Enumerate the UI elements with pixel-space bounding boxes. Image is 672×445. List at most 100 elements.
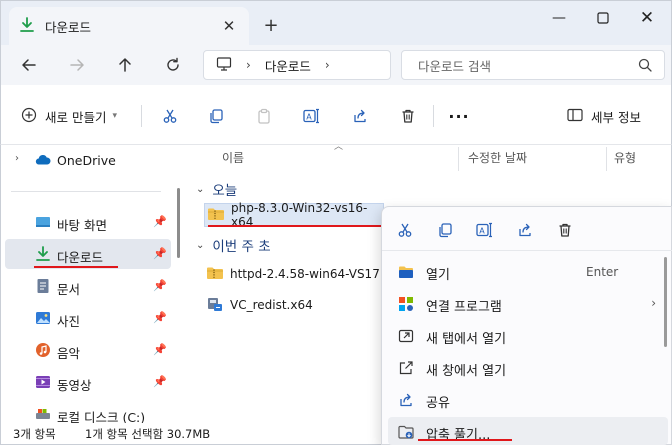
sidebar-item-downloads[interactable]: 다운로드 📌 <box>5 239 171 269</box>
tab-title: 다운로드 <box>45 20 92 35</box>
svg-text:A: A <box>479 227 485 236</box>
chevron-right-icon[interactable]: › <box>246 58 251 72</box>
refresh-button[interactable] <box>159 51 187 79</box>
rename-button[interactable]: A <box>472 219 498 241</box>
pin-icon[interactable]: 📌 <box>153 279 167 292</box>
file-row[interactable]: VC_redist.x64 <box>206 293 313 317</box>
annotation-underline <box>34 266 118 268</box>
close-tab-icon[interactable]: ✕ <box>219 16 239 36</box>
copy-icon <box>439 223 452 238</box>
trash-icon <box>559 223 571 237</box>
paste-button[interactable] <box>251 103 277 129</box>
forward-arrow-icon <box>70 59 84 71</box>
extract-icon <box>398 424 414 440</box>
column-divider[interactable] <box>458 147 459 171</box>
pin-icon[interactable]: 📌 <box>153 375 167 388</box>
search-icon <box>638 58 652 75</box>
sidebar-item-music[interactable]: 음악 📌 <box>5 335 171 365</box>
menu-item-open-new-window[interactable]: 새 창에서 열기 <box>388 353 668 383</box>
computer-icon[interactable] <box>216 56 232 75</box>
share-button[interactable] <box>512 219 538 241</box>
trash-icon <box>402 109 414 123</box>
menu-item-label: 새 창에서 열기 <box>426 364 507 379</box>
group-label: 이번 주 초 <box>212 239 271 255</box>
group-header-today[interactable]: ⌄ 오늘 <box>196 179 237 199</box>
address-bar[interactable]: › 다운로드 › <box>203 50 391 80</box>
search-input[interactable]: 다운로드 검색 <box>401 50 665 80</box>
context-quick-actions: A <box>382 207 672 251</box>
rename-button[interactable]: A <box>299 103 325 129</box>
sort-ascending-icon: ︿ <box>334 142 344 152</box>
menu-item-label: 공유 <box>426 396 450 411</box>
details-pane-icon <box>567 108 583 125</box>
sidebar-item-documents[interactable]: 문서 📌 <box>5 271 171 301</box>
tab-downloads[interactable]: 다운로드 ✕ <box>9 7 249 46</box>
menu-item-open-new-tab[interactable]: 새 탭에서 열기 <box>388 321 668 351</box>
file-name: httpd-2.4.58-win64-VS17 <box>230 267 380 281</box>
menu-item-label: 새 탭에서 열기 <box>426 332 507 347</box>
annotation-underline <box>418 439 512 441</box>
chevron-right-icon: › <box>651 296 656 310</box>
cut-button[interactable] <box>157 103 183 129</box>
download-icon <box>19 17 35 36</box>
chevron-down-icon: ▾ <box>112 111 118 121</box>
more-options-button[interactable]: ··· <box>445 103 473 129</box>
pin-icon[interactable]: 📌 <box>153 311 167 324</box>
scissors-icon <box>398 223 412 237</box>
command-bar: 새로 만들기 ▾ A ··· 세부 정보 <box>0 85 672 145</box>
cloud-icon <box>35 152 51 168</box>
sidebar-item-label: 바탕 화면 <box>57 218 107 233</box>
share-icon <box>398 392 414 408</box>
up-arrow-icon <box>119 58 131 72</box>
group-header-last-week[interactable]: ⌄ 이번 주 초 <box>196 235 271 255</box>
breadcrumb-downloads[interactable]: 다운로드 <box>265 56 311 75</box>
minimize-button[interactable]: — <box>539 5 579 31</box>
sidebar-item-videos[interactable]: 동영상 📌 <box>5 367 171 397</box>
search-placeholder: 다운로드 검색 <box>418 58 491 74</box>
title-bar: 다운로드 ✕ + — ✕ <box>0 0 672 46</box>
delete-button[interactable] <box>552 219 578 241</box>
maximize-button[interactable] <box>583 5 623 31</box>
new-button[interactable]: 새로 만들기 ▾ <box>21 103 131 129</box>
back-button[interactable] <box>15 51 43 79</box>
sidebar-item-pictures[interactable]: 사진 📌 <box>5 303 171 333</box>
video-icon <box>35 374 51 390</box>
chevron-right-icon[interactable]: › <box>325 58 330 72</box>
column-header-type[interactable]: 유형 <box>614 149 636 171</box>
menu-item-open-with[interactable]: 연결 프로그램 › <box>388 289 668 319</box>
forward-button[interactable] <box>63 51 91 79</box>
selection-info: 1개 항목 선택함 30.7MB <box>85 427 211 441</box>
navigation-pane: › OneDrive 바탕 화면 📌 다운로드 📌 문서 📌 사진 📌 음악 📌… <box>0 145 176 425</box>
share-button[interactable] <box>347 103 373 129</box>
column-header-name[interactable]: 이름 <box>222 149 244 171</box>
sidebar-item-desktop[interactable]: 바탕 화면 📌 <box>5 207 171 237</box>
clipboard-icon <box>258 108 270 124</box>
delete-button[interactable] <box>395 103 421 129</box>
pin-icon[interactable]: 📌 <box>153 215 167 228</box>
menu-item-open[interactable]: 열기 Enter <box>388 257 668 287</box>
sidebar-item-onedrive[interactable]: › OneDrive <box>5 145 171 175</box>
cut-button[interactable] <box>392 219 418 241</box>
sidebar-scrollbar[interactable] <box>177 188 180 258</box>
new-tab-button[interactable]: + <box>259 13 283 37</box>
chevron-down-icon[interactable]: ⌄ <box>196 184 204 195</box>
column-header-modified[interactable]: 수정한 날짜 <box>468 149 527 171</box>
group-label: 오늘 <box>212 183 238 199</box>
details-pane-button[interactable]: 세부 정보 <box>567 103 653 129</box>
chevron-right-icon[interactable]: › <box>15 153 19 164</box>
pin-icon[interactable]: 📌 <box>153 247 167 260</box>
copy-button[interactable] <box>203 103 229 129</box>
file-row[interactable]: httpd-2.4.58-win64-VS17 <box>206 262 380 286</box>
copy-button[interactable] <box>432 219 458 241</box>
menu-item-share[interactable]: 공유 <box>388 385 668 415</box>
file-row[interactable]: php-8.3.0-Win32-vs16-x64 <box>204 201 384 229</box>
up-button[interactable] <box>111 51 139 79</box>
column-divider[interactable] <box>606 147 607 171</box>
copy-icon <box>210 109 223 124</box>
context-menu-scrollbar[interactable] <box>664 257 667 347</box>
document-icon <box>35 278 51 294</box>
divider <box>433 105 434 127</box>
pin-icon[interactable]: 📌 <box>153 343 167 356</box>
chevron-down-icon[interactable]: ⌄ <box>196 240 204 251</box>
close-window-button[interactable]: ✕ <box>627 5 667 31</box>
